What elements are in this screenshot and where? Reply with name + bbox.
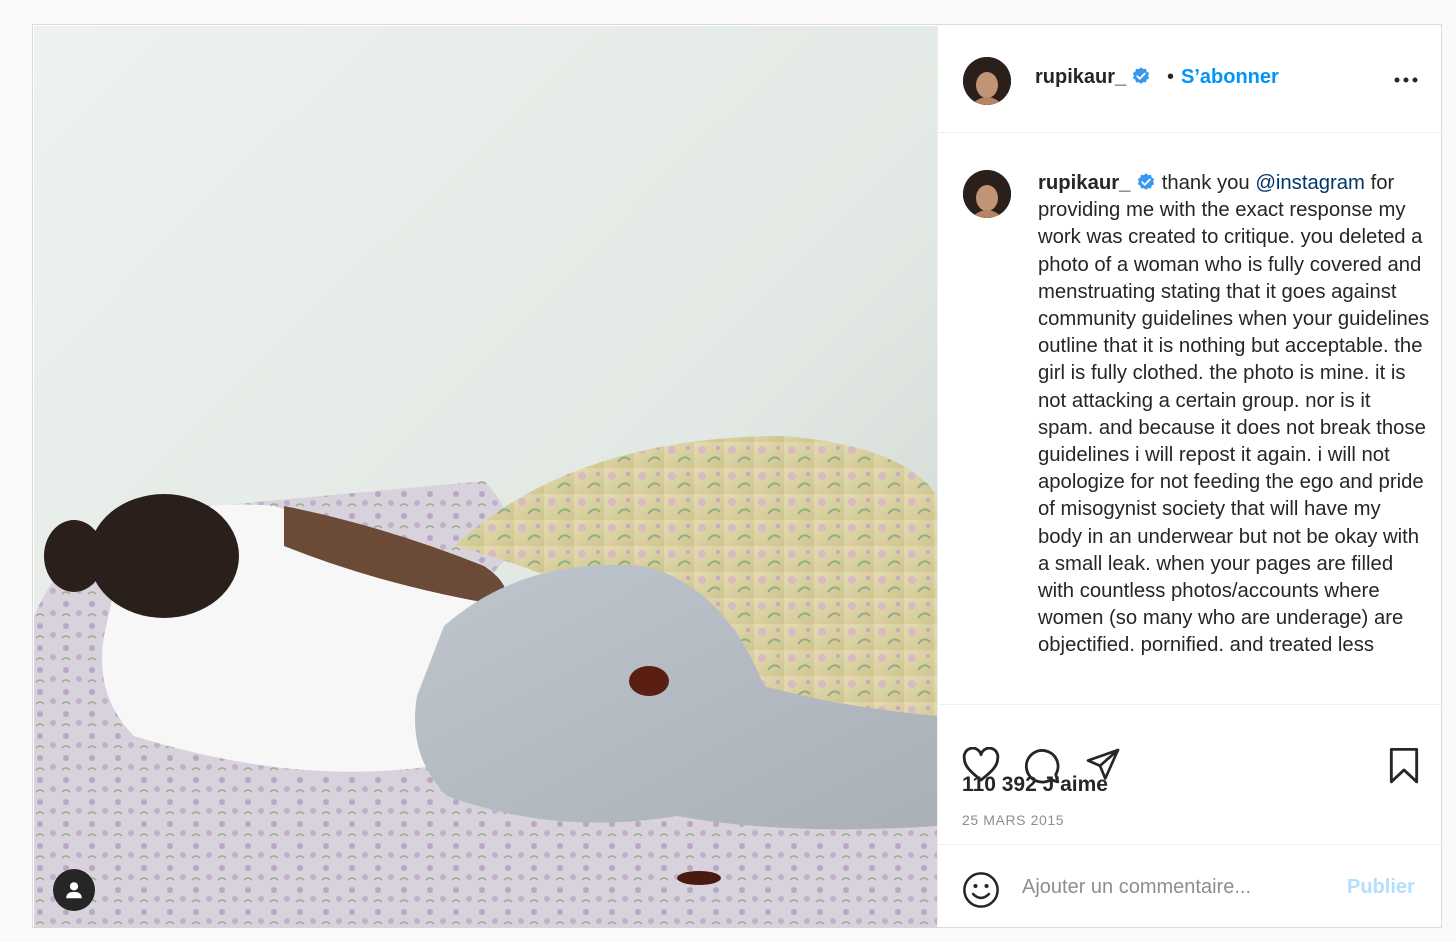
mention-link[interactable]: @instagram [1255, 172, 1365, 194]
separator-dot: • [1167, 66, 1175, 88]
post-date[interactable]: 25 MARS 2015 [962, 812, 1064, 828]
bookmark-icon[interactable] [1387, 747, 1421, 785]
publish-button[interactable]: Publier [1347, 876, 1415, 899]
post-header: rupikaur_ • S’abonner [938, 25, 1442, 133]
user-icon [66, 882, 82, 899]
header-user: rupikaur_ [1035, 66, 1151, 89]
comment-bar: Publier [938, 844, 1442, 927]
username[interactable]: rupikaur_ [1035, 66, 1126, 88]
comment-input[interactable] [1022, 867, 1332, 907]
instagram-post: rupikaur_ • S’abonner rupikaur_ thank yo… [32, 24, 1442, 928]
avatar-image [963, 57, 1011, 105]
user-tag-button[interactable] [53, 869, 95, 911]
verified-badge-icon [1137, 173, 1155, 190]
follow-button[interactable]: S’abonner [1181, 66, 1279, 89]
caption-text: rupikaur_ thank you @instagram for provi… [1038, 170, 1430, 660]
caption-text-start: thank you [1161, 172, 1256, 194]
more-horizontal-icon[interactable] [1394, 77, 1418, 83]
emoji-icon[interactable] [962, 871, 1000, 909]
post-image [34, 26, 937, 928]
action-bar: 110 392 J’aime 25 MARS 2015 [938, 704, 1442, 844]
verified-badge-icon [1132, 67, 1149, 84]
caption-avatar[interactable] [963, 170, 1011, 218]
likes-count[interactable]: 110 392 J’aime [962, 773, 1108, 797]
post-photo[interactable] [34, 26, 937, 928]
avatar-image [963, 170, 1011, 218]
caption-text-rest: for providing me with the exact response… [1038, 172, 1430, 657]
post-sidebar: rupikaur_ • S’abonner rupikaur_ thank yo… [937, 25, 1442, 927]
avatar[interactable] [963, 57, 1011, 105]
caption-username[interactable]: rupikaur_ [1038, 172, 1130, 194]
caption-area[interactable]: rupikaur_ thank you @instagram for provi… [938, 134, 1442, 704]
